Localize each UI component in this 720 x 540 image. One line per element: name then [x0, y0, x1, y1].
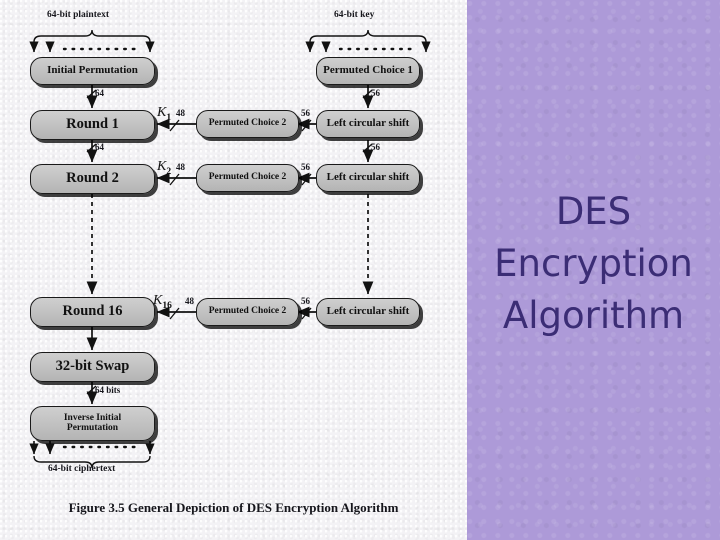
bits-k2-width: 48 — [176, 162, 185, 172]
subkey-k2-base: K — [157, 159, 167, 174]
node-permuted-choice-2-round1[interactable]: Permuted Choice 2 — [196, 110, 299, 138]
node-round-1[interactable]: Round 1 — [30, 110, 155, 140]
bits-k1-width: 48 — [176, 108, 185, 118]
node-permuted-choice-2-round2[interactable]: Permuted Choice 2 — [196, 164, 299, 192]
node-left-circular-shift-1[interactable]: Left circular shift — [316, 110, 420, 138]
node-inverse-initial-permutation[interactable]: Inverse Initial Permutation — [30, 406, 155, 441]
subkey-k1: K1 — [157, 105, 171, 123]
subkey-k2: K2 — [157, 159, 171, 177]
bits-pc2a-in: 56 — [301, 108, 310, 118]
node-round-16[interactable]: Round 16 — [30, 297, 155, 327]
label-64-bit-plaintext: 64-bit plaintext — [47, 10, 110, 20]
slide-canvas: 64-bit plaintext 64-bit key 64-bit ciphe… — [0, 0, 720, 540]
node-round-2[interactable]: Round 2 — [30, 164, 155, 194]
bits-round1-out: 64 — [95, 142, 104, 152]
bits-pc2b-in: 56 — [301, 162, 310, 172]
figure-caption: Figure 3.5 General Depiction of DES Encr… — [68, 500, 399, 515]
node-32-bit-swap[interactable]: 32-bit Swap — [30, 352, 155, 382]
subkey-k1-base: K — [157, 105, 167, 120]
bits-k16-width: 48 — [185, 296, 194, 306]
node-left-circular-shift-16[interactable]: Left circular shift — [316, 298, 420, 326]
label-64-bit-ciphertext: 64-bit ciphertext — [48, 464, 116, 474]
des-diagram-figure: 64-bit plaintext 64-bit key 64-bit ciphe… — [0, 0, 467, 540]
subkey-k1-index: 1 — [166, 112, 172, 123]
node-permuted-choice-2-round16[interactable]: Permuted Choice 2 — [196, 298, 299, 326]
subkey-k2-index: 2 — [166, 166, 172, 177]
bits-swap-out: 64 bits — [95, 385, 121, 395]
node-initial-permutation[interactable]: Initial Permutation — [30, 57, 155, 85]
bits-ip-out: 64 — [95, 88, 104, 98]
subkey-k16-index: 16 — [162, 300, 172, 311]
label-64-bit-key: 64-bit key — [334, 10, 375, 20]
subkey-k16: K16 — [153, 293, 172, 311]
node-permuted-choice-1[interactable]: Permuted Choice 1 — [316, 57, 420, 85]
bits-lcs1-out: 56 — [371, 142, 380, 152]
node-left-circular-shift-2[interactable]: Left circular shift — [316, 164, 420, 192]
bits-pc2c-in: 56 — [301, 296, 310, 306]
bits-pc1-out: 56 — [371, 88, 380, 98]
page-title: DES Encryption Algorithm — [494, 190, 693, 337]
